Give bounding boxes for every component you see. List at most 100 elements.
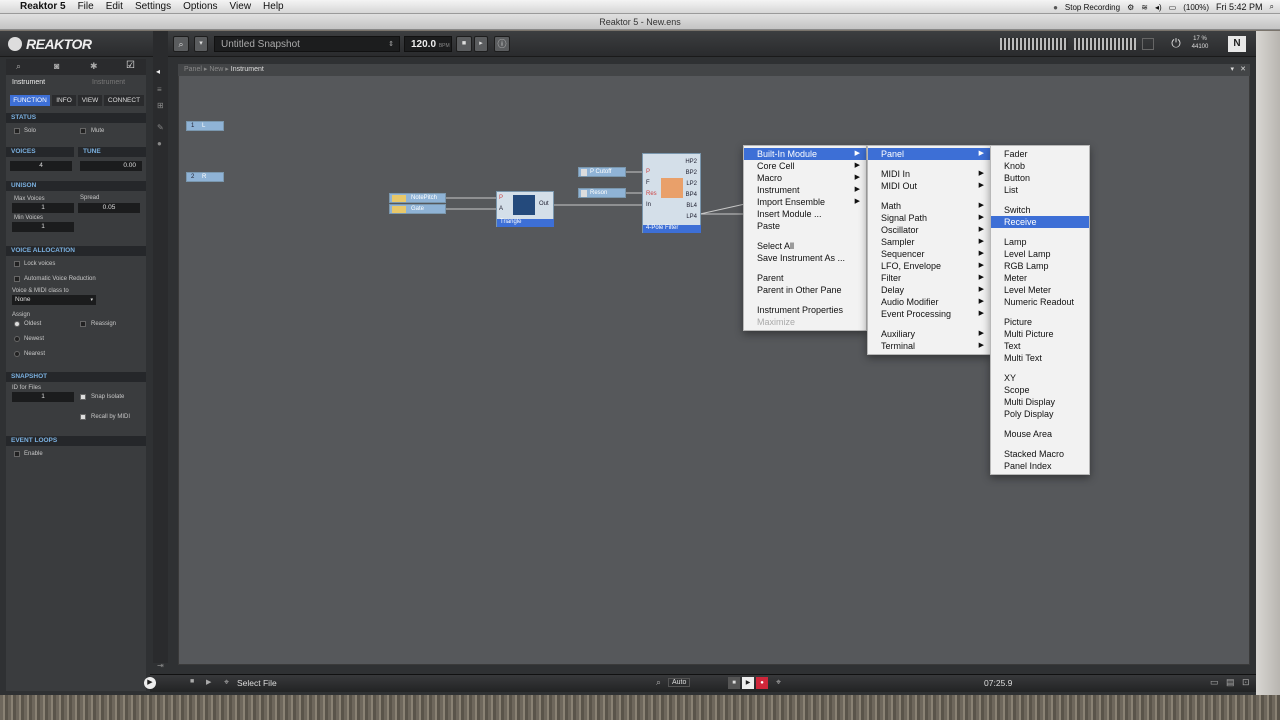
camera-icon[interactable]: ◙ [54,61,59,71]
auto-voice-reduction-checkbox[interactable] [14,276,20,282]
menu-file[interactable]: File [78,1,94,12]
menu-options[interactable]: Options [183,1,217,12]
breadcrumb-panel[interactable]: Panel [184,66,202,73]
panel-item-receive[interactable]: Receive [991,216,1089,228]
stop-recording-label[interactable]: Stop Recording [1065,3,1120,12]
panel-item-mouse-area[interactable]: Mouse Area [991,428,1089,440]
file-play-icon[interactable]: ▶ [206,678,211,686]
tune-field[interactable]: 0.00 [80,161,142,171]
builtin-item-panel[interactable]: Panel ▶ [868,148,990,160]
osc-port-p[interactable]: P [499,195,503,201]
recall-midi-checkbox[interactable] [80,414,86,420]
builtin-item-terminal[interactable]: Terminal ▶ [868,340,990,352]
spread-field[interactable]: 0.05 [78,203,140,213]
rec-stop-icon[interactable]: ■ [728,677,740,689]
volume-icon[interactable]: ◂) [1155,3,1162,12]
tab-view[interactable]: VIEW [78,95,102,106]
browser-button[interactable]: ⌕ [173,36,189,52]
builtin-item-event-processing[interactable]: Event Processing ▶ [868,308,990,320]
panel-item-level-meter[interactable]: Level Meter [991,284,1089,296]
menu-settings[interactable]: Settings [135,1,171,12]
menu-item-parent-in-other-pane[interactable]: Parent in Other Pane [744,284,866,296]
panel-item-level-lamp[interactable]: Level Lamp [991,248,1089,260]
wrench-icon[interactable]: ✎ [157,123,164,132]
fileinfo-icon[interactable]: ▤ [1226,677,1235,688]
filter-port-lp2[interactable]: LP2 [686,181,697,187]
auto-button[interactable]: Auto [668,678,691,687]
properties-icon[interactable]: ☑ [126,60,135,71]
panel-item-lamp[interactable]: Lamp [991,236,1089,248]
reson-module[interactable]: Reson [578,188,626,198]
toggle-panel-icon[interactable]: ◂ [156,67,160,76]
battery-icon[interactable]: ▭ [1169,3,1177,12]
filter-port-hp2[interactable]: HP2 [685,159,697,165]
snapshot-selector[interactable]: Untitled Snapshot ⇕ [214,36,400,52]
panel-item-rgb-lamp[interactable]: RGB Lamp [991,260,1089,272]
max-voices-field[interactable]: 1 [12,203,74,213]
menu-help[interactable]: Help [263,1,284,12]
workspace-menu-icon[interactable]: ▾ [1230,64,1234,76]
panel-item-multi-text[interactable]: Multi Text [991,352,1089,364]
menu-item-select-all[interactable]: Select All [744,240,866,252]
builtin-item-signal-path[interactable]: Signal Path ▶ [868,212,990,224]
breadcrumb-instrument[interactable]: Instrument [231,66,264,73]
search-icon[interactable]: ⌕ [16,61,21,72]
mute-checkbox[interactable] [80,128,86,134]
menu-item-macro[interactable]: Macro ▶ [744,172,866,184]
lock-voices-checkbox[interactable] [14,261,20,267]
solo-checkbox[interactable] [14,128,20,134]
menu-item-core-cell[interactable]: Core Cell ▶ [744,160,866,172]
list-icon[interactable]: ≡ [157,85,162,94]
rec-play-icon[interactable]: ▶ [742,677,754,689]
record-icon[interactable]: ● [1053,3,1058,12]
menu-item-paste[interactable]: Paste [744,220,866,232]
menu-item-built-in-module[interactable]: Built-In Module ▶ [744,148,866,160]
notepitch-module[interactable]: NotePitch [389,193,446,203]
rec-target-icon[interactable]: ⌖ [776,677,781,688]
panel-item-scope[interactable]: Scope [991,384,1089,396]
wifi-icon[interactable]: ≋ [1141,3,1148,12]
file-stop-icon[interactable]: ■ [190,678,194,685]
event-loops-enable-checkbox[interactable] [14,451,20,457]
tab-function[interactable]: FUNCTION [10,95,50,106]
audio-in-r[interactable]: 2 R [186,172,224,182]
osc-port-a[interactable]: A [499,206,503,212]
breadcrumb-new[interactable]: New [209,66,223,73]
gear-icon[interactable]: ⚙ [1127,3,1134,12]
midi-class-select[interactable]: None ▾ [12,295,96,305]
search-icon[interactable]: ⌕ [656,677,661,688]
panel-item-switch[interactable]: Switch [991,204,1089,216]
stop-button[interactable]: ■ [456,36,472,52]
builtin-item-midi-out[interactable]: MIDI Out ▶ [868,180,990,192]
builtin-item-sequencer[interactable]: Sequencer ▶ [868,248,990,260]
builtin-item-midi-in[interactable]: MIDI In ▶ [868,168,990,180]
builtin-item-sampler[interactable]: Sampler ▶ [868,236,990,248]
filter-port-in[interactable]: In [646,202,651,208]
filter-module[interactable]: P F Res In HP2 BP2 LP2 BP4 BL4 LP4 4-Pol… [642,153,701,233]
id-for-files-field[interactable]: 1 [12,392,74,402]
builtin-item-oscillator[interactable]: Oscillator ▶ [868,224,990,236]
workspace-close-icon[interactable]: ✕ [1240,64,1246,76]
builtin-item-filter[interactable]: Filter ▶ [868,272,990,284]
panel-item-xy[interactable]: XY [991,372,1089,384]
menubar-clock[interactable]: Fri 5:42 PM [1216,2,1263,12]
builtin-item-auxiliary[interactable]: Auxiliary ▶ [868,328,990,340]
filter-port-f[interactable]: F [646,180,650,186]
menu-item-insert-module[interactable]: Insert Module ... [744,208,866,220]
gate-module[interactable]: Gate [389,204,446,214]
newest-radio[interactable] [14,336,20,342]
menu-item-import-ensemble[interactable]: Import Ensemble ▶ [744,196,866,208]
filter-port-bp2[interactable]: BP2 [686,170,697,176]
builtin-item-lfo-envelope[interactable]: LFO, Envelope ▶ [868,260,990,272]
min-voices-field[interactable]: 1 [12,222,74,232]
grid-icon[interactable] [1142,38,1154,50]
filter-port-bp4[interactable]: BP4 [686,192,697,198]
panel-item-button[interactable]: Button [991,172,1089,184]
filter-port-bl4[interactable]: BL4 [686,203,697,209]
panel-item-list[interactable]: List [991,184,1089,196]
tab-info[interactable]: INFO [52,95,76,106]
puzzle-icon[interactable]: ✱ [90,61,98,72]
panel-item-panel-index[interactable]: Panel Index [991,460,1089,472]
file-target-icon[interactable]: ⌖ [224,677,229,688]
spotlight-icon[interactable]: ⌕ [1270,2,1274,12]
